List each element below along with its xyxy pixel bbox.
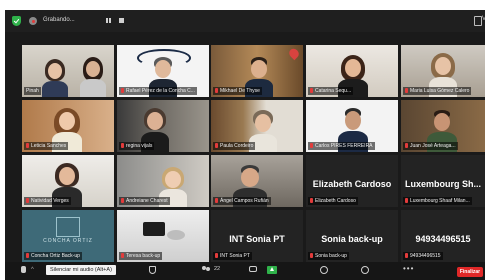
participant-name: Maria Luisa Gómez Calero <box>403 87 472 95</box>
mic-muted-icon <box>215 253 218 258</box>
participant-tile[interactable]: Teresa back-up <box>117 210 209 262</box>
participant-display-name: Sonia back-up <box>321 234 383 244</box>
pause-recording-icon[interactable] <box>106 18 111 23</box>
participant-tile[interactable]: Carlos PIRES FERREIRA <box>306 100 398 152</box>
mic-muted-icon <box>405 143 408 148</box>
mic-muted-icon <box>310 88 313 93</box>
participant-tile[interactable]: Natividad Verges <box>22 155 114 207</box>
participant-name: Juan José Arteaga... <box>403 142 458 150</box>
participant-tile[interactable]: regina vijals <box>117 100 209 152</box>
participant-video <box>80 57 106 97</box>
recording-label: Grabando... <box>43 17 75 23</box>
mic-muted-icon <box>310 198 313 203</box>
chevron-up-icon[interactable]: ^ <box>31 267 34 273</box>
participant-name: 94934496515 <box>403 252 443 260</box>
mic-muted-icon <box>405 88 408 93</box>
participant-tile[interactable]: INT Sonia PT INT Sonia PT <box>211 210 303 262</box>
participant-name: Concha Ortiz Back-up <box>24 252 82 260</box>
security-shield-icon[interactable] <box>149 266 156 274</box>
participant-name: Mikhael De Thyse <box>213 87 262 95</box>
participant-name: Pinah <box>24 87 41 95</box>
participants-count[interactable]: 22 <box>214 266 220 272</box>
logo-text: CONCHA ORTIZ <box>43 238 93 244</box>
participant-name: Luxembourg Shaaf Milan... <box>403 197 472 205</box>
mic-muted-icon <box>405 198 408 203</box>
view-icon[interactable] <box>474 16 482 26</box>
desk-object <box>167 230 185 240</box>
participant-tile[interactable]: Elizabeth Cardoso Elizabeth Cardoso <box>306 155 398 207</box>
participant-display-name: Elizabeth Cardoso <box>312 179 392 189</box>
mic-muted-icon <box>310 253 313 258</box>
mic-muted-icon <box>26 253 29 258</box>
participant-name: Leticia Sanches <box>24 142 69 150</box>
mic-muted-icon <box>215 198 218 203</box>
participant-name: Natividad Verges <box>24 197 71 205</box>
participant-name: Rafael Pérez de la Concha C... <box>119 87 197 95</box>
mic-muted-icon <box>121 253 124 258</box>
security-shield-icon[interactable] <box>12 16 21 26</box>
participant-tile[interactable]: Catarina Sequ... <box>306 45 398 97</box>
share-screen-icon[interactable] <box>267 266 277 274</box>
more-icon[interactable]: ••• <box>403 264 414 273</box>
mic-muted-icon <box>26 143 29 148</box>
participant-name: Sonia back-up <box>308 252 349 260</box>
participant-name: regina vijals <box>119 142 155 150</box>
mic-muted-icon <box>310 143 313 148</box>
participant-tile[interactable]: Maria Luisa Gómez Calero <box>401 45 485 97</box>
participant-tile[interactable]: Mikhael De Thyse <box>211 45 303 97</box>
stop-recording-icon[interactable] <box>119 18 124 23</box>
meeting-controls-bar: ^ Silenciar mi audio (Alt+A) 22 ••• Fina… <box>5 262 485 280</box>
participant-name: INT Sonia PT <box>213 252 252 260</box>
recording-icon <box>29 17 37 25</box>
participant-tile[interactable]: Paula Cordeiro <box>211 100 303 152</box>
participant-name: Elizabeth Cardoso <box>308 197 358 205</box>
meeting-top-bar: Grabando... Vi <box>5 10 485 32</box>
participant-tile[interactable]: Juan José Arteaga... <box>401 100 485 152</box>
participant-video <box>42 59 68 97</box>
logo-frame <box>56 217 80 237</box>
participant-tile[interactable]: 94934496515 94934496515 <box>401 210 485 262</box>
participant-name: Catarina Sequ... <box>308 87 354 95</box>
participant-display-name: Luxembourg Sh... <box>404 179 481 189</box>
participant-name: Teresa back-up <box>119 252 163 260</box>
participant-name: Ángel Campos Rufián <box>213 197 271 205</box>
participant-tile[interactable]: Leticia Sanches <box>22 100 114 152</box>
participant-display-name: INT Sonia PT <box>229 234 285 244</box>
participant-name: Paula Cordeiro <box>213 142 256 150</box>
zoom-meeting-window: Grabando... Vi Pinah Rafael Pérez de la … <box>5 10 485 280</box>
mute-tooltip: Silenciar mi audio (Alt+A) <box>46 265 116 275</box>
mic-muted-icon <box>121 198 124 203</box>
participant-tile[interactable]: Rafael Pérez de la Concha C... <box>117 45 209 97</box>
mic-muted-icon <box>121 143 124 148</box>
participant-name: Andreiane Charest <box>119 197 170 205</box>
microphone-icon[interactable] <box>21 266 26 273</box>
end-meeting-button[interactable]: Finalizar <box>457 267 483 277</box>
mic-muted-icon <box>121 88 124 93</box>
participant-tile[interactable]: CONCHA ORTIZ Concha Ortiz Back-up <box>22 210 114 262</box>
mic-muted-icon <box>26 198 29 203</box>
participant-tile[interactable]: Luxembourg Sh... Luxembourg Shaaf Milan.… <box>401 155 485 207</box>
mic-muted-icon <box>215 88 218 93</box>
participant-name: Carlos PIRES FERREIRA <box>308 142 375 150</box>
participant-tile[interactable]: Sonia back-up Sonia back-up <box>306 210 398 262</box>
participant-tile[interactable]: Andreiane Charest <box>117 155 209 207</box>
participant-display-name: 94934496515 <box>415 234 471 244</box>
reactions-icon[interactable] <box>361 266 369 274</box>
participant-tile[interactable]: Ángel Campos Rufián <box>211 155 303 207</box>
mic-muted-icon <box>215 143 218 148</box>
mic-muted-icon <box>405 253 408 258</box>
participants-icon[interactable] <box>202 266 211 273</box>
record-icon[interactable] <box>320 266 328 274</box>
participant-tile[interactable]: Pinah <box>22 45 114 97</box>
chat-icon[interactable] <box>249 266 257 272</box>
desk-object <box>143 222 165 236</box>
